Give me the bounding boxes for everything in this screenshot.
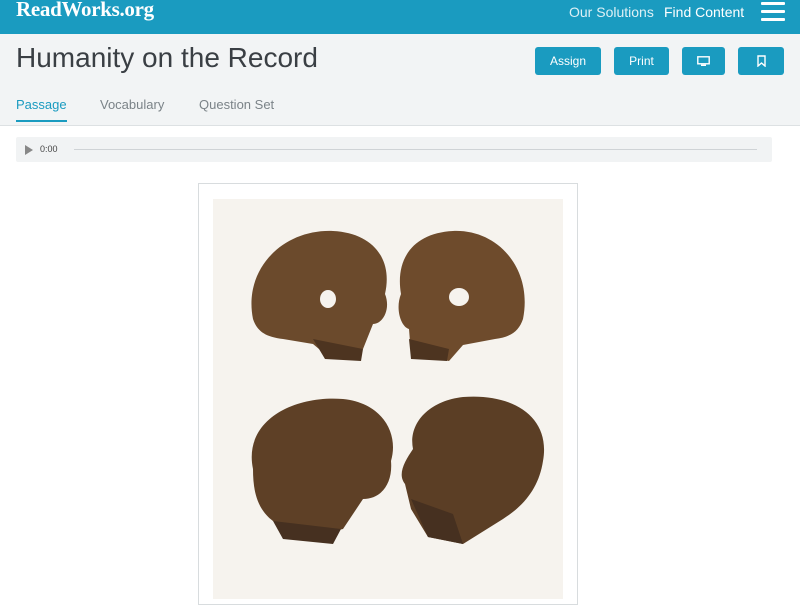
skull-image-bottom-right xyxy=(401,396,545,544)
tab-question-set[interactable]: Question Set xyxy=(199,97,274,112)
find-content-link[interactable]: Find Content xyxy=(664,4,744,20)
audio-time: 0:00 xyxy=(40,144,58,154)
present-button[interactable] xyxy=(682,47,725,75)
active-tab-indicator xyxy=(16,120,67,122)
page-title: Humanity on the Record xyxy=(16,42,318,73)
tab-passage[interactable]: Passage xyxy=(16,97,67,112)
print-button[interactable]: Print xyxy=(614,47,669,75)
skull-image-top-left xyxy=(251,230,388,361)
passage-image xyxy=(198,183,578,605)
play-icon[interactable] xyxy=(25,145,33,155)
skull-image-top-right xyxy=(398,230,525,361)
readworks-logo[interactable]: ReadWorks.org xyxy=(16,0,154,22)
bookmark-button[interactable] xyxy=(738,47,784,75)
audio-player: 0:00 xyxy=(16,137,772,162)
hamburger-menu-icon[interactable] xyxy=(761,2,785,22)
passage-header: Humanity on the Record Assign Print Pass… xyxy=(0,34,800,126)
skull-image-bottom-left xyxy=(251,398,393,544)
assign-button[interactable]: Assign xyxy=(535,47,601,75)
bookmark-icon xyxy=(756,55,766,67)
skull-photo-plate xyxy=(213,199,563,599)
monitor-icon xyxy=(697,55,710,66)
audio-progress-track[interactable] xyxy=(74,149,757,150)
top-navigation-bar: ReadWorks.org Our Solutions Find Content xyxy=(0,0,800,34)
tab-vocabulary[interactable]: Vocabulary xyxy=(100,97,164,112)
skull-photographs xyxy=(251,230,545,544)
our-solutions-link[interactable]: Our Solutions xyxy=(569,4,654,20)
